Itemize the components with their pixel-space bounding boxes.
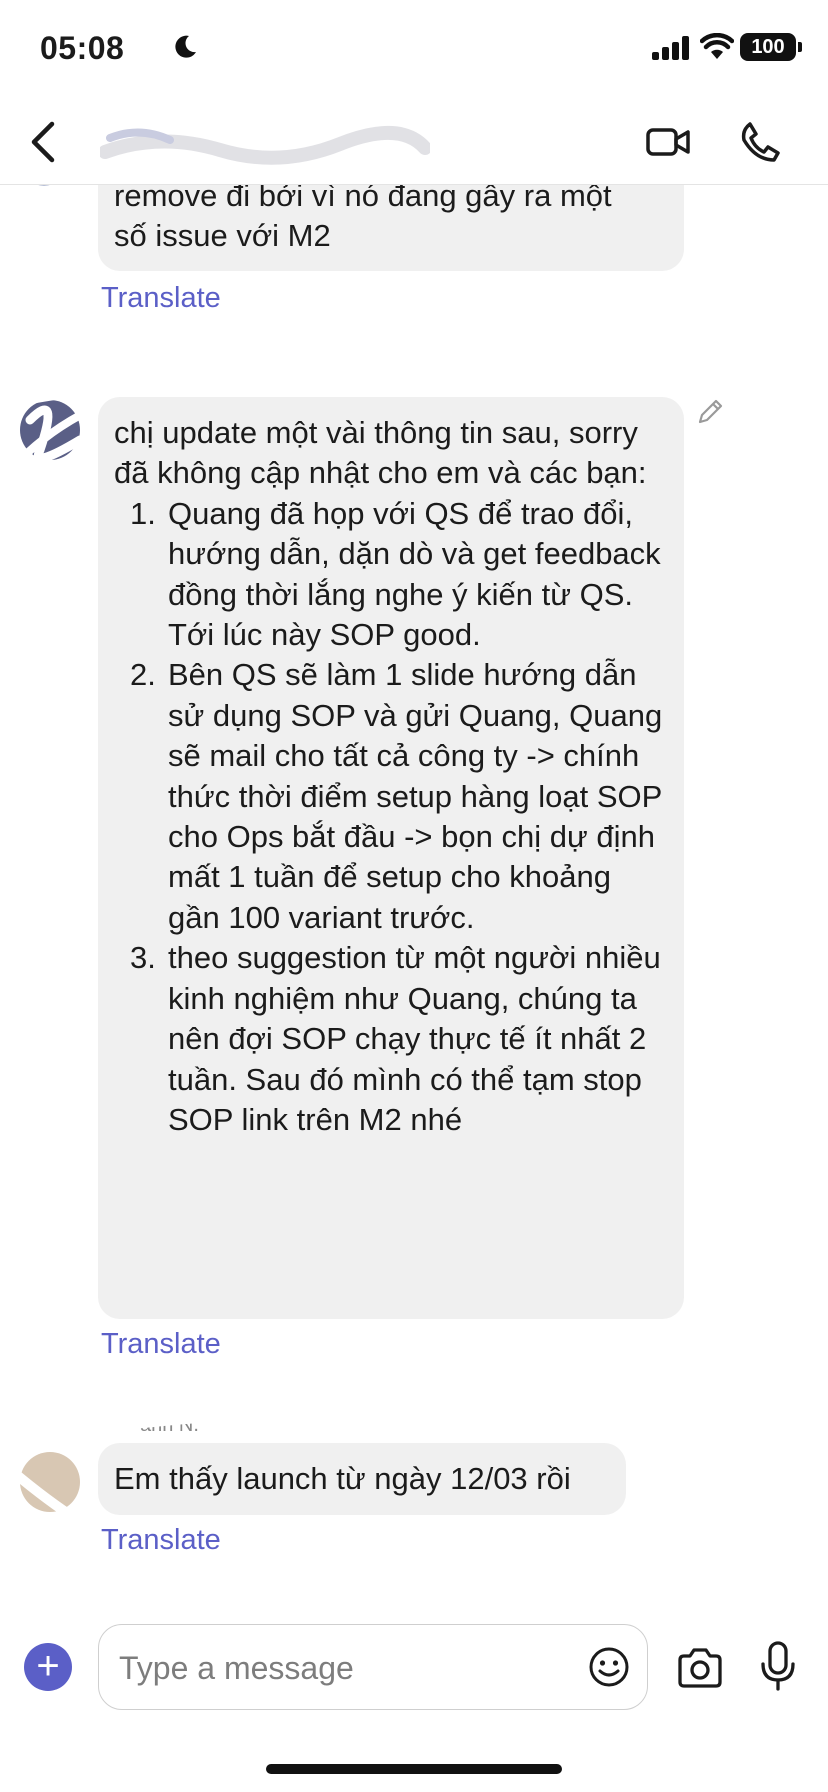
home-indicator (266, 1764, 562, 1774)
list-text: theo suggestion từ một người nhiều kinh … (168, 940, 661, 1137)
compose-box (98, 1624, 648, 1710)
translate-link[interactable]: Translate (101, 282, 221, 315)
status-time: 05:08 (40, 30, 125, 66)
phone-icon[interactable] (736, 118, 784, 166)
status-bar: 05:08 100 (0, 0, 828, 100)
list-text: Quang đã họp với QS để trao đổi, hướng d… (168, 495, 661, 653)
list-number: 3. (130, 940, 156, 976)
emoji-icon[interactable] (587, 1645, 631, 1689)
list-text: Bên QS sẽ làm 1 slide hướng dẫn sử dụng … (168, 657, 663, 935)
signal-icon (652, 36, 689, 60)
camera-icon[interactable] (676, 1644, 724, 1692)
list-item: 1. Quang đã họp với QS để trao đổi, hướn… (114, 494, 668, 656)
list-item: 3. theo suggestion từ một người nhiều ki… (114, 938, 668, 1140)
battery-icon: 100 (740, 33, 796, 61)
moon-icon (175, 35, 196, 58)
translate-link[interactable]: Translate (101, 1328, 221, 1361)
edit-icon (698, 399, 723, 424)
message-input[interactable] (117, 1645, 521, 1691)
add-icon[interactable]: + (24, 1643, 72, 1691)
list-item: 2. Bên QS sẽ làm 1 slide hướng dẫn sử dụ… (114, 655, 668, 938)
message-line: số issue với M2 (114, 218, 331, 254)
list-number: 2. (130, 657, 156, 693)
message-bubble[interactable]: Em thấy launch từ ngày 12/03 rồi (98, 1443, 626, 1515)
chat-header (0, 100, 828, 185)
contact-name-redacted[interactable] (100, 122, 430, 166)
back-icon[interactable] (22, 118, 70, 166)
list-number: 1. (130, 495, 156, 531)
mic-icon[interactable] (758, 1640, 798, 1692)
message-bubble[interactable]: chị update một vài thông tin sau, sorry … (98, 397, 684, 1319)
message-list: 1. Quang đã họp với QS để trao đổi, hướn… (114, 494, 668, 1141)
translate-link[interactable]: Translate (101, 1524, 221, 1557)
message-intro: chị update một vài thông tin sau, sorry … (114, 415, 647, 491)
wifi-icon (700, 33, 734, 59)
message-text: Em thấy launch từ ngày 12/03 rồi (114, 1461, 571, 1496)
video-call-icon[interactable] (644, 118, 692, 166)
battery-tip (798, 42, 802, 52)
